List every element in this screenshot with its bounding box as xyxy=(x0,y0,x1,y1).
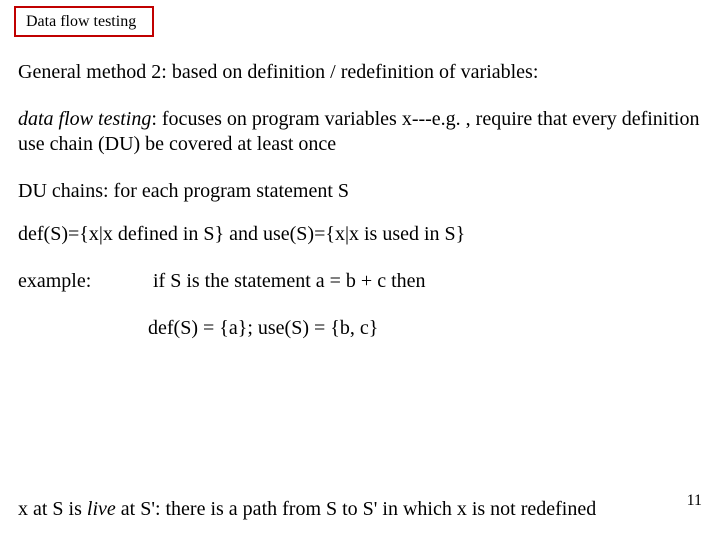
live-word: live xyxy=(87,498,116,520)
example-label: example: xyxy=(18,269,148,294)
du-chains-line: DU chains: for each program statement S xyxy=(18,179,702,204)
live-paragraph: x at S is live at S': there is a path fr… xyxy=(18,497,660,522)
page-number: 11 xyxy=(687,492,702,510)
defuse-text: def(S) = {a}; use(S) = {b, c} xyxy=(148,317,378,339)
heading-text: General method 2: based on definition / … xyxy=(18,61,538,83)
defs-text: def(S)={x|x defined in S} and use(S)={x|… xyxy=(18,223,465,245)
defuse-line: def(S) = {a}; use(S) = {b, c} xyxy=(148,316,702,341)
slide-title: Data flow testing xyxy=(26,13,136,30)
du-chains-text: DU chains: for each program statement S xyxy=(18,180,349,202)
slide-body: General method 2: based on definition / … xyxy=(18,60,702,371)
live-post: at S': there is a path from S to S' in w… xyxy=(116,498,596,520)
slide: Data flow testing General method 2: base… xyxy=(0,0,720,540)
heading-line: General method 2: based on definition / … xyxy=(18,60,702,85)
page-number-text: 11 xyxy=(687,492,702,509)
defs-line: def(S)={x|x defined in S} and use(S)={x|… xyxy=(18,222,702,247)
live-pre: x at S is xyxy=(18,498,87,520)
example-text: if S is the statement a = b + c then xyxy=(153,269,426,294)
dft-label: data flow testing xyxy=(18,108,151,130)
dft-paragraph: data flow testing: focuses on program va… xyxy=(18,107,702,157)
example-line: example: if S is the statement a = b + c… xyxy=(18,269,702,294)
title-box: Data flow testing xyxy=(14,6,154,37)
